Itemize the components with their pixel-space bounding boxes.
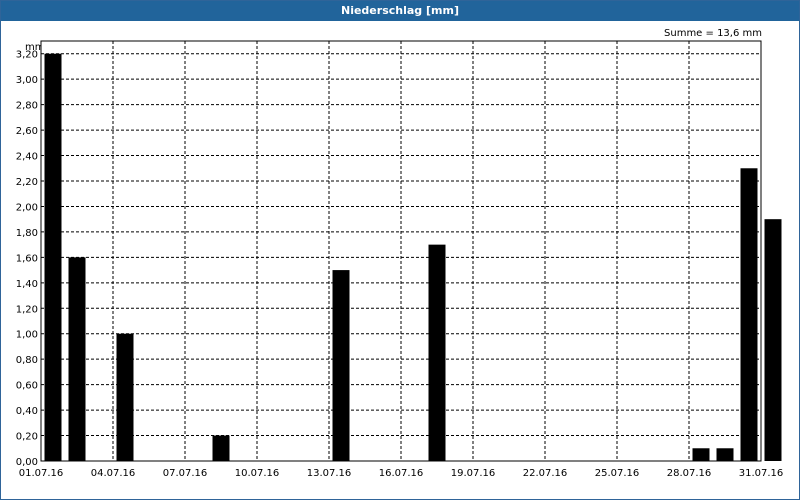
y-tick-label: 0,80 [16,355,38,366]
bar [68,257,86,461]
y-tick-label: 2,60 [16,126,38,137]
bar [44,53,62,462]
x-tick-label: 04.07.16 [91,468,136,479]
x-tick-label: 16.07.16 [379,468,424,479]
y-tick-label: 1,60 [16,253,38,264]
bar [692,448,710,461]
bar [764,219,782,461]
x-tick-label: 01.07.16 [19,468,64,479]
y-tick-label: 2,20 [16,177,38,188]
bar [428,244,446,461]
x-tick-label: 22.07.16 [523,468,568,479]
bar [740,168,758,462]
bar [332,270,350,461]
bar [716,448,734,461]
y-tick-label: 0,20 [16,432,38,443]
y-tick-label: 0,40 [16,406,38,417]
y-tick-label: 3,20 [16,50,38,61]
bar [116,333,134,461]
bar-chart: 0,00 0,20 0,40 0,60 0,80 1,00 1,20 1,40 1,60 1,80… [16,40,784,479]
y-tick-label: 0,00 [16,457,38,468]
y-tick-label: 1,20 [16,304,38,315]
y-tick-label: 1,40 [16,279,38,290]
x-tick-label: 10.07.16 [235,468,280,479]
x-tick-label: 25.07.16 [595,468,640,479]
bar [212,435,230,461]
x-tick-label: 28.07.16 [667,468,712,479]
y-tick-label: 2,00 [16,202,38,213]
x-tick-label: 31.07.16 [739,468,784,479]
x-tick-label: 07.07.16 [163,468,208,479]
x-tick-label: 19.07.16 [451,468,496,479]
y-tick-label: 1,80 [16,228,38,239]
y-tick-label: 2,80 [16,101,38,112]
y-tick-label: 2,40 [16,152,38,163]
x-tick-label: 13.07.16 [307,468,352,479]
y-tick-label: 1,00 [16,330,38,341]
y-tick-label: 3,00 [16,75,38,86]
y-tick-label: 0,60 [16,381,38,392]
